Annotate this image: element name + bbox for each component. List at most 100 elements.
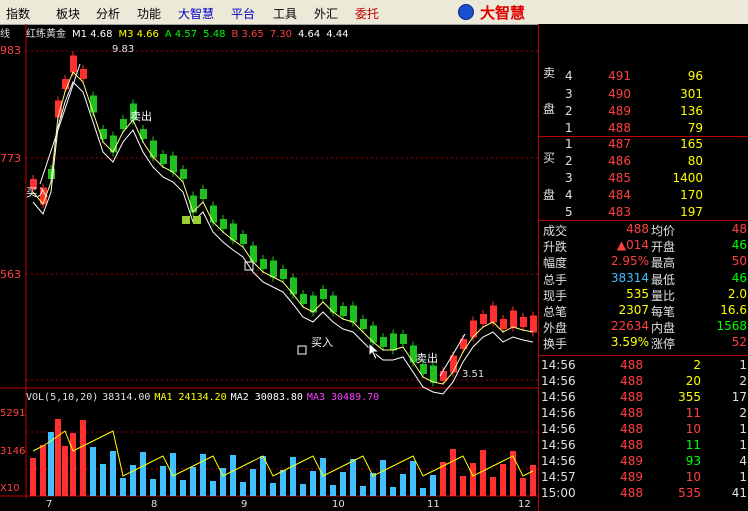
candle-body	[220, 219, 227, 229]
bid-vol: 80	[687, 154, 703, 168]
legend-item: 4.64	[298, 29, 321, 40]
candle-body	[360, 319, 367, 329]
menu-platform[interactable]: 平台	[231, 5, 255, 22]
vol-legend-item: MA2 30083.80	[230, 392, 303, 403]
volume-bar	[360, 486, 366, 496]
candle-body	[260, 259, 267, 269]
bid-vol: 170	[680, 188, 703, 202]
volume-bar	[480, 450, 486, 496]
ask-price: 489	[608, 104, 631, 118]
menu-dzh[interactable]: 大智慧	[178, 5, 214, 22]
candle-body	[510, 310, 517, 328]
tick-count: 1	[739, 470, 747, 484]
tick-count: 2	[739, 406, 747, 420]
tick-price: 488	[620, 374, 643, 388]
menu-analysis[interactable]: 分析	[96, 5, 120, 22]
candle-body	[440, 371, 447, 381]
volume-bar	[330, 485, 336, 496]
bid-vol: 1400	[672, 171, 703, 185]
bid-price: 487	[608, 137, 631, 151]
tick-time: 14:56	[541, 406, 576, 420]
menu-bar: 指数 板块 分析 功能 大智慧 平台 工具 外汇 委托 大智慧	[0, 0, 748, 25]
volume-bar	[90, 447, 96, 496]
kline-chart-area[interactable]: 线 红练黄金 M1 4.68 M3 4.66 A 4.57 5.48 B 3.65 7.30…	[0, 24, 538, 511]
candle-body	[240, 234, 247, 244]
menu-function[interactable]: 功能	[137, 5, 161, 22]
candle-body	[320, 289, 327, 299]
candle-body	[310, 295, 317, 313]
vol-axis-2: 3146	[0, 446, 26, 457]
candle-body	[480, 314, 487, 324]
ask-vol: 79	[687, 121, 703, 135]
sell-signal-label-2: 卖出	[416, 352, 438, 365]
volume-bar	[400, 474, 406, 496]
vol-legend-item: VOL(5,10,20)	[26, 392, 99, 403]
ask-level: 3	[565, 87, 573, 101]
stat-label: 外盘	[543, 321, 568, 336]
volume-bar	[120, 478, 126, 496]
menu-entrust[interactable]: 委托	[355, 5, 379, 22]
buy-signal-label-2: 买入	[311, 336, 333, 349]
tick-price: 488	[620, 438, 643, 452]
candle-body	[170, 155, 177, 173]
candle-body	[90, 95, 97, 113]
stat-label: 现手	[543, 288, 568, 303]
candle-body	[300, 294, 307, 304]
kline-svg[interactable]	[0, 24, 538, 511]
tick-time: 14:56	[541, 358, 576, 372]
candle-body	[400, 334, 407, 344]
ask-level: 1	[565, 121, 573, 135]
bid-price: 483	[608, 205, 631, 219]
volume-bar	[190, 467, 196, 496]
volume-bar	[390, 487, 396, 496]
tick-vol: 20	[685, 374, 701, 388]
volume-bar	[510, 451, 516, 496]
tick-count: 1	[739, 438, 747, 452]
menu-index[interactable]: 指数	[6, 5, 30, 22]
tick-time: 14:56	[541, 454, 576, 468]
volume-bar	[48, 432, 54, 496]
tick-price: 488	[620, 486, 643, 500]
volume-bar	[230, 455, 236, 496]
volume-bar	[180, 480, 186, 496]
bid-level: 2	[565, 154, 573, 168]
bid-price: 486	[608, 154, 631, 168]
candle-body	[210, 205, 217, 223]
volume-bar	[280, 470, 286, 496]
tick-time: 14:57	[541, 470, 576, 484]
volume-bar	[270, 483, 276, 496]
vol-legend-item: MA1 24134.20	[154, 392, 227, 403]
volume-bar	[530, 465, 536, 496]
volume-bar	[30, 458, 36, 496]
ask-vol: 301	[680, 87, 703, 101]
stat-label: 总笔	[543, 305, 568, 319]
volume-bar	[420, 488, 426, 496]
menu-forex[interactable]: 外汇	[314, 5, 338, 22]
menu-sector[interactable]: 板块	[56, 5, 80, 22]
ask-price: 490	[608, 87, 631, 101]
stat-value: 38314	[610, 270, 649, 285]
cut-label: 线	[0, 29, 10, 40]
volume-bar	[520, 478, 526, 496]
volume-bar	[160, 466, 166, 496]
tick-time: 15:00	[541, 486, 576, 500]
stat-label: 量比	[651, 288, 676, 303]
volume-bar	[55, 419, 61, 496]
tick-vol: 10	[685, 470, 701, 484]
volume-bar	[70, 433, 76, 496]
menu-tools[interactable]: 工具	[273, 5, 297, 22]
logo-text: 大智慧	[480, 4, 526, 22]
price-legend: 红练黄金 M1 4.68 M3 4.66 A 4.57 5.48 B 3.65 7.30 4.…	[26, 25, 355, 40]
quote-panel: 卖盘买盘 4 491 96 3 490 301 2 489 136 1 488 79 1 487 165 2 48…	[538, 24, 748, 511]
candle-body	[270, 260, 277, 278]
tick-count: 1	[739, 422, 747, 436]
vol-axis-1: 5291	[0, 408, 26, 419]
ask-vol: 136	[680, 104, 703, 118]
stat-label: 幅度	[543, 256, 568, 271]
stat-label: 成交	[543, 224, 568, 238]
ask-level: 2	[565, 104, 573, 118]
volume-bar	[350, 459, 356, 496]
legend-item: M1 4.68	[72, 29, 113, 40]
tick-vol: 11	[685, 406, 701, 420]
stat-label: 开盘	[651, 240, 676, 255]
